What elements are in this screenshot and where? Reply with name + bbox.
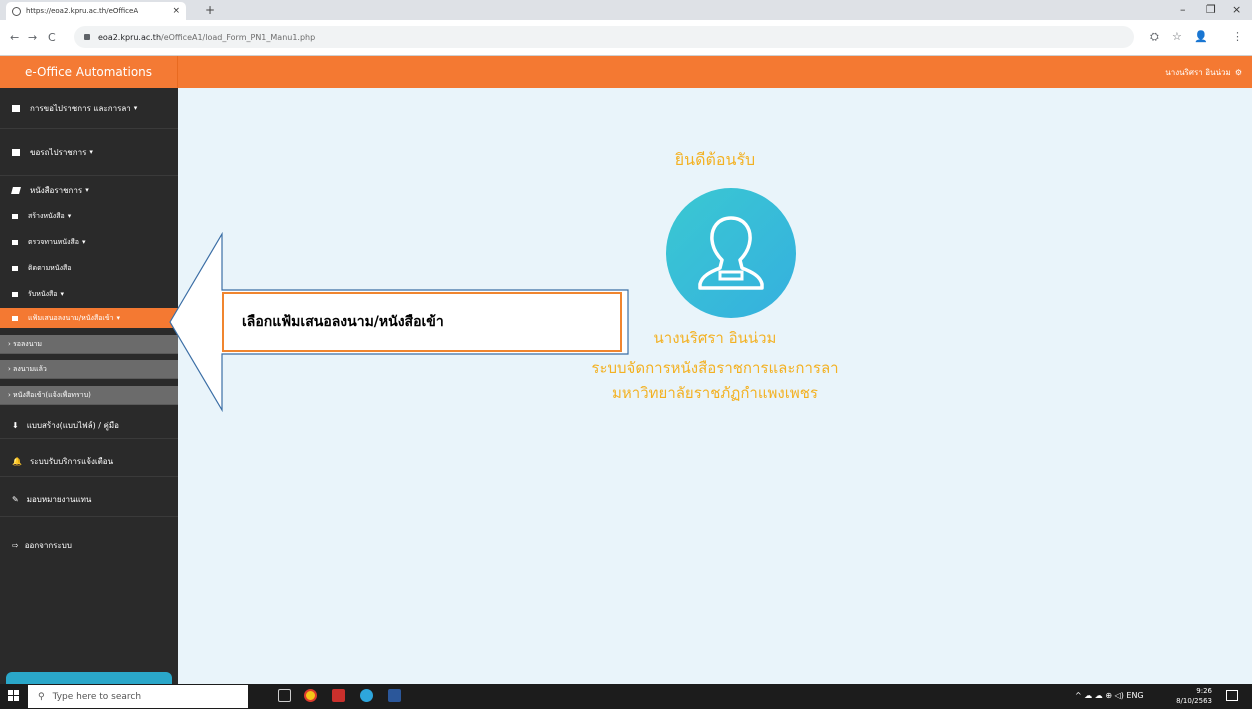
- star-icon[interactable]: ☆: [1172, 30, 1182, 43]
- sidebar-item-create-doc[interactable]: สร้างหนังสือ ▾: [0, 204, 178, 228]
- sidebar-item-label: มอบหมายงานแทน: [26, 494, 92, 504]
- sidebar-item-logout[interactable]: ⇨ ออกจากระบบ: [0, 528, 178, 562]
- welcome-title: ยินดีต้อนรับ: [674, 150, 756, 169]
- list-icon: [12, 239, 18, 245]
- clock-date: 8/10/2563: [1176, 697, 1212, 705]
- reload-icon[interactable]: C: [48, 31, 56, 44]
- globe-icon: [12, 6, 21, 16]
- sidebar-child-signed[interactable]: › ลงนามแล้ว: [0, 360, 178, 379]
- list-icon: [12, 104, 20, 112]
- list-icon: [12, 315, 18, 321]
- list-icon: [12, 213, 18, 219]
- sidebar-item-label: แบบสร้าง(แบบไฟล์) / คู่มือ: [26, 420, 119, 430]
- notification-icon[interactable]: [1226, 690, 1238, 701]
- window-close-icon[interactable]: ×: [1232, 3, 1241, 16]
- divider: [0, 175, 178, 176]
- clock[interactable]: 9:26 8/10/2563: [1176, 686, 1212, 706]
- user-name: นางนริศรา อินน่วม: [1165, 68, 1231, 77]
- account-icon[interactable]: 👤: [1194, 30, 1208, 43]
- user-icon: [698, 216, 764, 290]
- windows-start-icon[interactable]: [8, 690, 20, 702]
- minimize-icon[interactable]: –: [1180, 3, 1186, 16]
- back-icon[interactable]: ←: [10, 31, 19, 44]
- browser-tab[interactable]: https://eoa2.kpru.ac.th/eOfficeA ×: [6, 2, 186, 20]
- divider: [0, 516, 178, 517]
- browser-tabstrip: https://eoa2.kpru.ac.th/eOfficeA × + – ❐…: [0, 0, 1252, 20]
- sidebar-item-label: ตรวจทานหนังสือ: [28, 237, 79, 246]
- chrome-icon[interactable]: [304, 689, 317, 702]
- caret-down-icon: ▾: [116, 314, 121, 322]
- list-icon: [12, 291, 18, 297]
- book-icon: [11, 186, 21, 194]
- sidebar-item-label: ออกจากระบบ: [24, 540, 72, 550]
- clock-time: 9:26: [1196, 687, 1212, 695]
- sidebar-item-label: การขอไปราชการ และการลา: [30, 103, 131, 113]
- sidebar-child-incoming-notice[interactable]: › หนังสือเข้า(แจ้งเพื่อทราบ): [0, 386, 178, 405]
- sidebar-item-review-doc[interactable]: ตรวจทานหนังสือ ▾: [0, 230, 178, 254]
- logout-icon: ⇨: [12, 540, 19, 550]
- maximize-icon[interactable]: ❐: [1206, 3, 1216, 16]
- user-menu[interactable]: นางนริศรา อินน่วม ⚙: [1165, 66, 1242, 79]
- sidebar-child-pending-sign[interactable]: › รอลงนาม: [0, 335, 178, 354]
- sidebar-item-label: ขอรถไปราชการ: [30, 147, 87, 157]
- url-host: eoa2.kpru.ac.th: [98, 32, 162, 42]
- callout-box: เลือกแฟ้มเสนอลงนาม/หนังสือเข้า: [222, 292, 622, 352]
- browser-toolbar: ← → C eoa2.kpru.ac.th/eOfficeA1/load_For…: [0, 20, 1252, 56]
- acrobat-icon[interactable]: [332, 689, 345, 702]
- sidebar-item-signing-folder[interactable]: แฟ้มเสนอลงนาม/หนังสือเข้า ▾: [0, 308, 178, 328]
- search-placeholder: Type here to search: [52, 691, 142, 702]
- list-icon: [12, 148, 20, 156]
- system-tray-icons[interactable]: ^ ☁ ☁ ⊕ ◁) ENG: [1075, 691, 1144, 700]
- screen: https://eoa2.kpru.ac.th/eOfficeA × + – ❐…: [0, 0, 1252, 709]
- sidebar-item-car-request[interactable]: ขอรถไปราชการ ▾: [0, 129, 178, 175]
- caret-down-icon: ▾: [133, 104, 138, 112]
- forward-icon[interactable]: →: [28, 31, 37, 44]
- word-icon[interactable]: [388, 689, 401, 702]
- sidebar-item-delegate[interactable]: ✎ มอบหมายงานแทน: [0, 482, 178, 516]
- avatar: [666, 188, 796, 318]
- sidebar-item-documents[interactable]: หนังสือราชการ ▾: [0, 178, 178, 202]
- caret-down-icon: ▾: [67, 212, 72, 220]
- download-icon: ⬇: [12, 420, 19, 430]
- taskbar-search[interactable]: ⚲ Type here to search: [28, 685, 248, 708]
- task-view-icon[interactable]: [278, 689, 291, 702]
- app-header: [0, 56, 1252, 88]
- address-bar[interactable]: eoa2.kpru.ac.th/eOfficeA1/load_Form_PN1_…: [74, 26, 1134, 48]
- sidebar-item-track-doc[interactable]: ติดตามหนังสือ: [0, 256, 178, 280]
- divider: [0, 438, 178, 439]
- search-icon: ⚲: [38, 691, 45, 702]
- menu-icon[interactable]: ⋮: [1232, 30, 1243, 43]
- caret-down-icon: ▾: [81, 238, 86, 246]
- new-tab-icon[interactable]: +: [205, 3, 215, 17]
- sidebar-item-label: ระบบรับบริการแจ้งเตือน: [29, 456, 114, 466]
- translate-icon[interactable]: ⛭: [1150, 30, 1159, 44]
- sidebar-item-label: แฟ้มเสนอลงนาม/หนังสือเข้า: [28, 313, 114, 322]
- caret-down-icon: ▾: [60, 290, 65, 298]
- sidebar-item-templates[interactable]: ⬇ แบบสร้าง(แบบไฟล์) / คู่มือ: [0, 412, 178, 438]
- edit-icon: ✎: [12, 494, 19, 504]
- sidebar-item-label: ติดตามหนังสือ: [28, 263, 72, 272]
- sidebar-item-leave[interactable]: การขอไปราชการ และการลา ▾: [0, 88, 178, 128]
- sidebar-item-label: สร้างหนังสือ: [28, 211, 65, 220]
- caret-down-icon: ▾: [89, 148, 93, 156]
- divider: [0, 476, 178, 477]
- lock-icon: [84, 34, 90, 40]
- sidebar-item-label: หนังสือราชการ: [30, 185, 83, 195]
- bell-icon: 🔔: [12, 456, 22, 466]
- caret-down-icon: ▾: [85, 186, 89, 194]
- sidebar-scroll-indicator: [6, 672, 172, 684]
- sidebar-item-label: รับหนังสือ: [28, 289, 58, 298]
- edge-icon[interactable]: [360, 689, 373, 702]
- gear-icon: ⚙: [1234, 68, 1242, 77]
- brand-title[interactable]: e-Office Automations: [0, 56, 178, 88]
- list-icon: [12, 265, 18, 271]
- tab-title: https://eoa2.kpru.ac.th/eOfficeA: [26, 7, 139, 15]
- url-path: /eOfficeA1/load_Form_PN1_Manu1.php: [161, 32, 316, 42]
- sidebar-item-notifications[interactable]: 🔔 ระบบรับบริการแจ้งเตือน: [0, 446, 178, 476]
- tab-close-icon[interactable]: ×: [172, 6, 180, 16]
- sidebar-item-receive-doc[interactable]: รับหนังสือ ▾: [0, 282, 178, 306]
